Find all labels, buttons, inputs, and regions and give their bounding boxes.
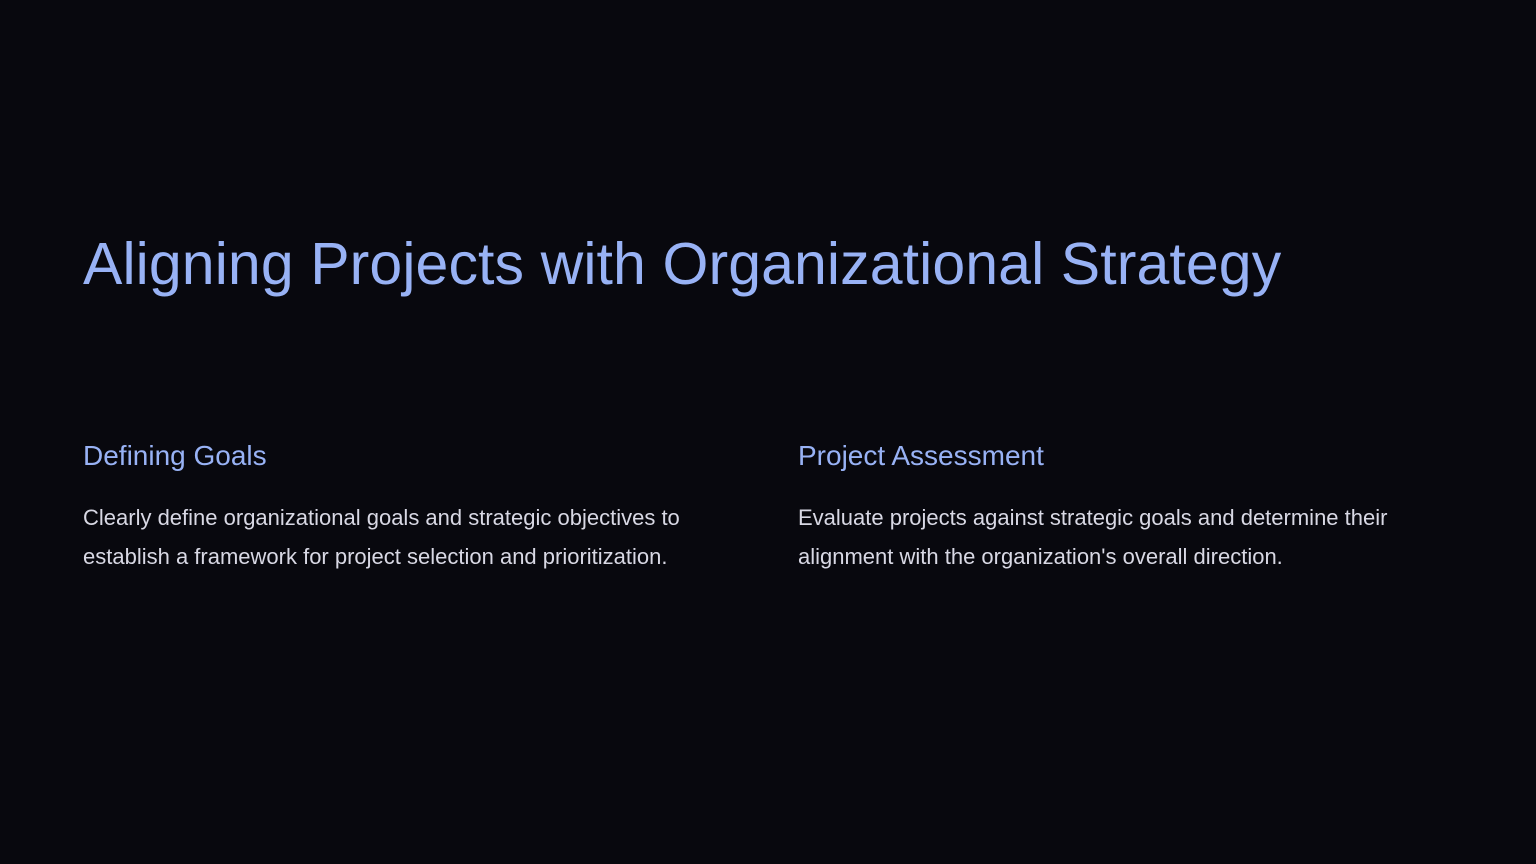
column-body: Evaluate projects against strategic goal… bbox=[798, 505, 1388, 569]
column-heading: Project Assessment bbox=[798, 440, 1044, 471]
slide-title: Aligning Projects with Organizational St… bbox=[83, 231, 1282, 297]
column-body: Clearly define organizational goals and … bbox=[83, 505, 680, 569]
column-defining-goals: Defining Goals Clearly define organizati… bbox=[83, 436, 716, 576]
content-columns: Defining Goals Clearly define organizati… bbox=[83, 436, 1453, 576]
column-project-assessment: Project Assessment Evaluate projects aga… bbox=[798, 436, 1431, 576]
slide: Aligning Projects with Organizational St… bbox=[0, 0, 1536, 864]
column-heading: Defining Goals bbox=[83, 440, 267, 471]
